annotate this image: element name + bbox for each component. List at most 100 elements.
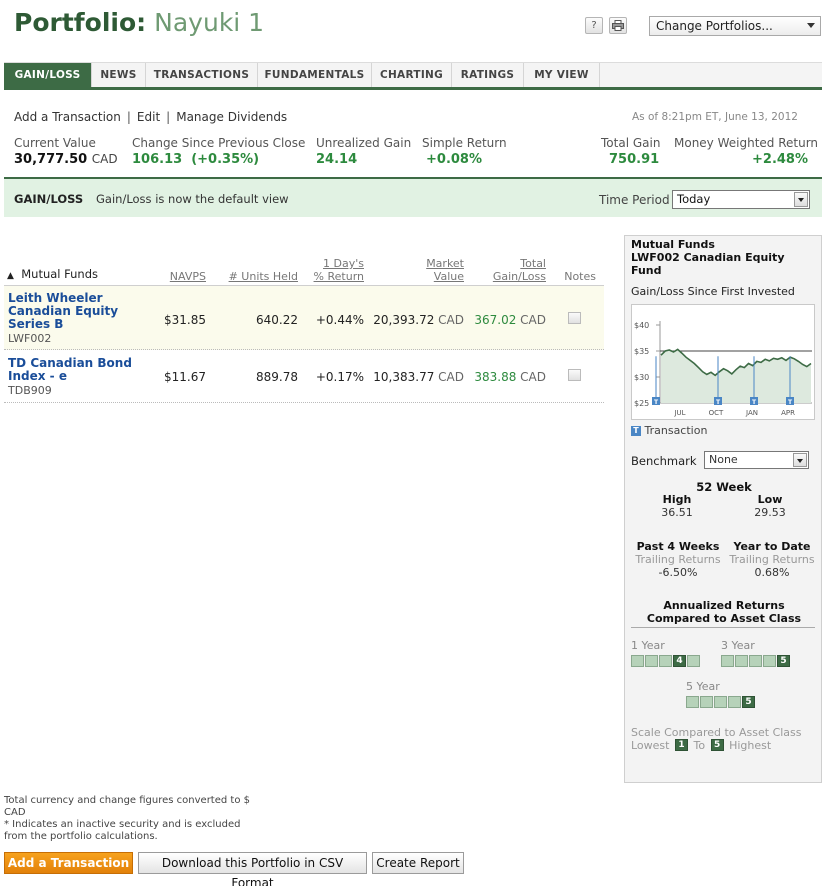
tab-fundamentals[interactable]: FUNDAMENTALS — [258, 63, 372, 87]
time-period-label: Time Period — [599, 193, 670, 207]
header-market-value[interactable]: Market Value — [400, 257, 464, 283]
rank-3y-scale: 5 — [721, 655, 791, 669]
rank-cell — [645, 655, 658, 667]
units-held-value: 889.78 — [256, 370, 298, 384]
rank-cell — [631, 655, 644, 667]
gain-loss-chart-svg: $40$35$30$25JUL OCT JAN APRT T T T — [634, 321, 812, 417]
help-button[interactable]: ? — [585, 17, 603, 34]
action-links: Add a Transaction | Edit | Manage Dividends — [14, 110, 287, 124]
sort-mutual-funds-header[interactable]: ▲ Mutual Funds — [7, 268, 98, 283]
navps-value: $11.67 — [164, 370, 206, 384]
header-total-gain-line2: Gain/Loss — [492, 270, 546, 283]
ytd-subtitle: Trailing Returns — [729, 553, 815, 566]
scale-description: Scale Compared to Asset Class — [631, 726, 802, 739]
time-period-value: Today — [677, 192, 711, 206]
tab-transactions[interactable]: TRANSACTIONS — [146, 63, 258, 87]
past4-title: Past 4 Weeks — [636, 540, 720, 553]
current-value-label: Current Value — [14, 136, 96, 150]
fund-name-line3: Series B — [8, 317, 64, 331]
rank-1y-scale: 4 — [631, 655, 701, 669]
download-csv-button[interactable]: Download this Portfolio in CSV Format — [138, 852, 367, 886]
units-held-value: 640.22 — [256, 313, 298, 327]
table-row: Leith Wheeler Canadian Equity Series B L… — [4, 286, 604, 350]
rank-cell — [728, 696, 741, 708]
as-of-timestamp: As of 8:21pm ET, June 13, 2012 — [632, 111, 798, 123]
total-gain-value: 750.91 — [609, 152, 660, 167]
rank-cell — [687, 655, 700, 667]
panel-title: Mutual Funds LWF002 Canadian Equity Fund — [631, 238, 785, 277]
scale-highest: Highest — [729, 739, 772, 752]
note-icon[interactable] — [568, 369, 581, 381]
fund-name-link[interactable]: Leith Wheeler Canadian Equity Series B — [8, 292, 118, 331]
y-tick-label: $30 — [634, 373, 649, 382]
unrealized-gain-label: Unrealized Gain — [316, 136, 412, 150]
tab-charting[interactable]: CHARTING — [372, 63, 452, 87]
current-value-amount: 30,777.50 — [14, 152, 88, 167]
rank-5y-label: 5 Year — [686, 680, 720, 693]
unrealized-gain-value: 24.14 — [316, 152, 358, 167]
header-total-gain[interactable]: Total Gain/Loss — [474, 257, 546, 283]
past4-subtitle: Trailing Returns — [635, 553, 721, 566]
rank-3y-label: 3 Year — [721, 639, 755, 652]
benchmark-select[interactable]: None — [704, 451, 809, 469]
total-gain-amount: 367.02 — [474, 313, 517, 327]
header-market-value-line1: Market — [426, 257, 464, 270]
market-value: 20,393.72 CAD — [368, 313, 464, 327]
benchmark-label: Benchmark — [631, 454, 697, 468]
note-icon[interactable] — [568, 312, 581, 324]
x-tick-label: JUL — [673, 409, 685, 417]
market-value: 10,383.77 CAD — [368, 370, 464, 384]
sort-arrow-icon: ▲ — [7, 271, 14, 281]
gain-loss-chart[interactable]: $40 $35 $30 $25 JUL OCT JAN APR T T T T — [631, 304, 815, 420]
add-transaction-button[interactable]: Add a Transaction — [4, 852, 133, 874]
footnote: Total currency and change figures conver… — [4, 795, 284, 843]
annualized-line2: Compared to Asset Class — [646, 612, 802, 625]
time-period-select[interactable]: Today — [672, 190, 810, 209]
week52-low: Low 29.53 — [740, 493, 800, 519]
change-portfolios-select[interactable]: Change Portfolios... — [649, 16, 821, 36]
header-day-return[interactable]: 1 Day's % Return — [300, 257, 364, 283]
portfolio-name: Nayuki 1 — [154, 8, 265, 37]
create-report-button[interactable]: Create Report — [372, 852, 464, 874]
scale-to: To — [693, 739, 706, 752]
total-gain-amount: 383.88 — [474, 370, 517, 384]
money-weighted-return-value: +2.48% — [752, 152, 808, 167]
fund-name-link[interactable]: TD Canadian Bond Index - e — [8, 357, 132, 383]
scale-legend: Lowest 1 To 5 Highest — [631, 739, 771, 752]
print-button[interactable] — [609, 17, 627, 34]
panel-title-line1: Mutual Funds — [631, 238, 715, 251]
view-title: GAIN/LOSS — [14, 192, 84, 206]
market-value-currency: CAD — [438, 313, 464, 327]
header-units-held-label: # Units Held — [228, 270, 298, 283]
tab-ratings[interactable]: RATINGS — [452, 63, 524, 87]
manage-dividends-link[interactable]: Manage Dividends — [176, 110, 287, 124]
day-return-value: +0.17% — [315, 370, 364, 384]
week52-high: High 36.51 — [647, 493, 707, 519]
y-tick-label: $40 — [634, 321, 649, 330]
change-label: Change Since Previous Close — [132, 136, 306, 150]
annualized-line1: Annualized Returns — [663, 599, 785, 612]
header-navps[interactable]: NAVPS — [166, 270, 206, 283]
x-tick-label: APR — [781, 409, 795, 417]
header-units-held[interactable]: # Units Held — [216, 270, 298, 283]
rank-cell: 5 — [777, 655, 790, 667]
tab-gain-loss[interactable]: GAIN/LOSS — [4, 63, 92, 87]
scale-low-box: 1 — [674, 739, 688, 751]
edit-link[interactable]: Edit — [137, 110, 160, 124]
past4-value: -6.50% — [658, 566, 698, 579]
low-value: 29.53 — [754, 506, 786, 519]
rank-cell — [659, 655, 672, 667]
y-tick-label: $25 — [634, 399, 649, 408]
rank-cell — [735, 655, 748, 667]
add-transaction-link[interactable]: Add a Transaction — [14, 110, 121, 124]
tab-news[interactable]: NEWS — [92, 63, 146, 87]
tab-my-view[interactable]: MY VIEW — [524, 63, 600, 87]
transaction-legend-label: Transaction — [644, 424, 708, 437]
total-gain-value: 383.88 CAD — [464, 370, 546, 384]
market-value-amount: 20,393.72 — [373, 313, 435, 327]
fund-ticker: TDB909 — [8, 384, 52, 397]
week52-title: 52 Week — [696, 480, 752, 494]
header-notes: Notes — [564, 270, 596, 283]
total-gain-label: Total Gain — [601, 136, 661, 150]
scale-lowest: Lowest — [631, 739, 670, 752]
